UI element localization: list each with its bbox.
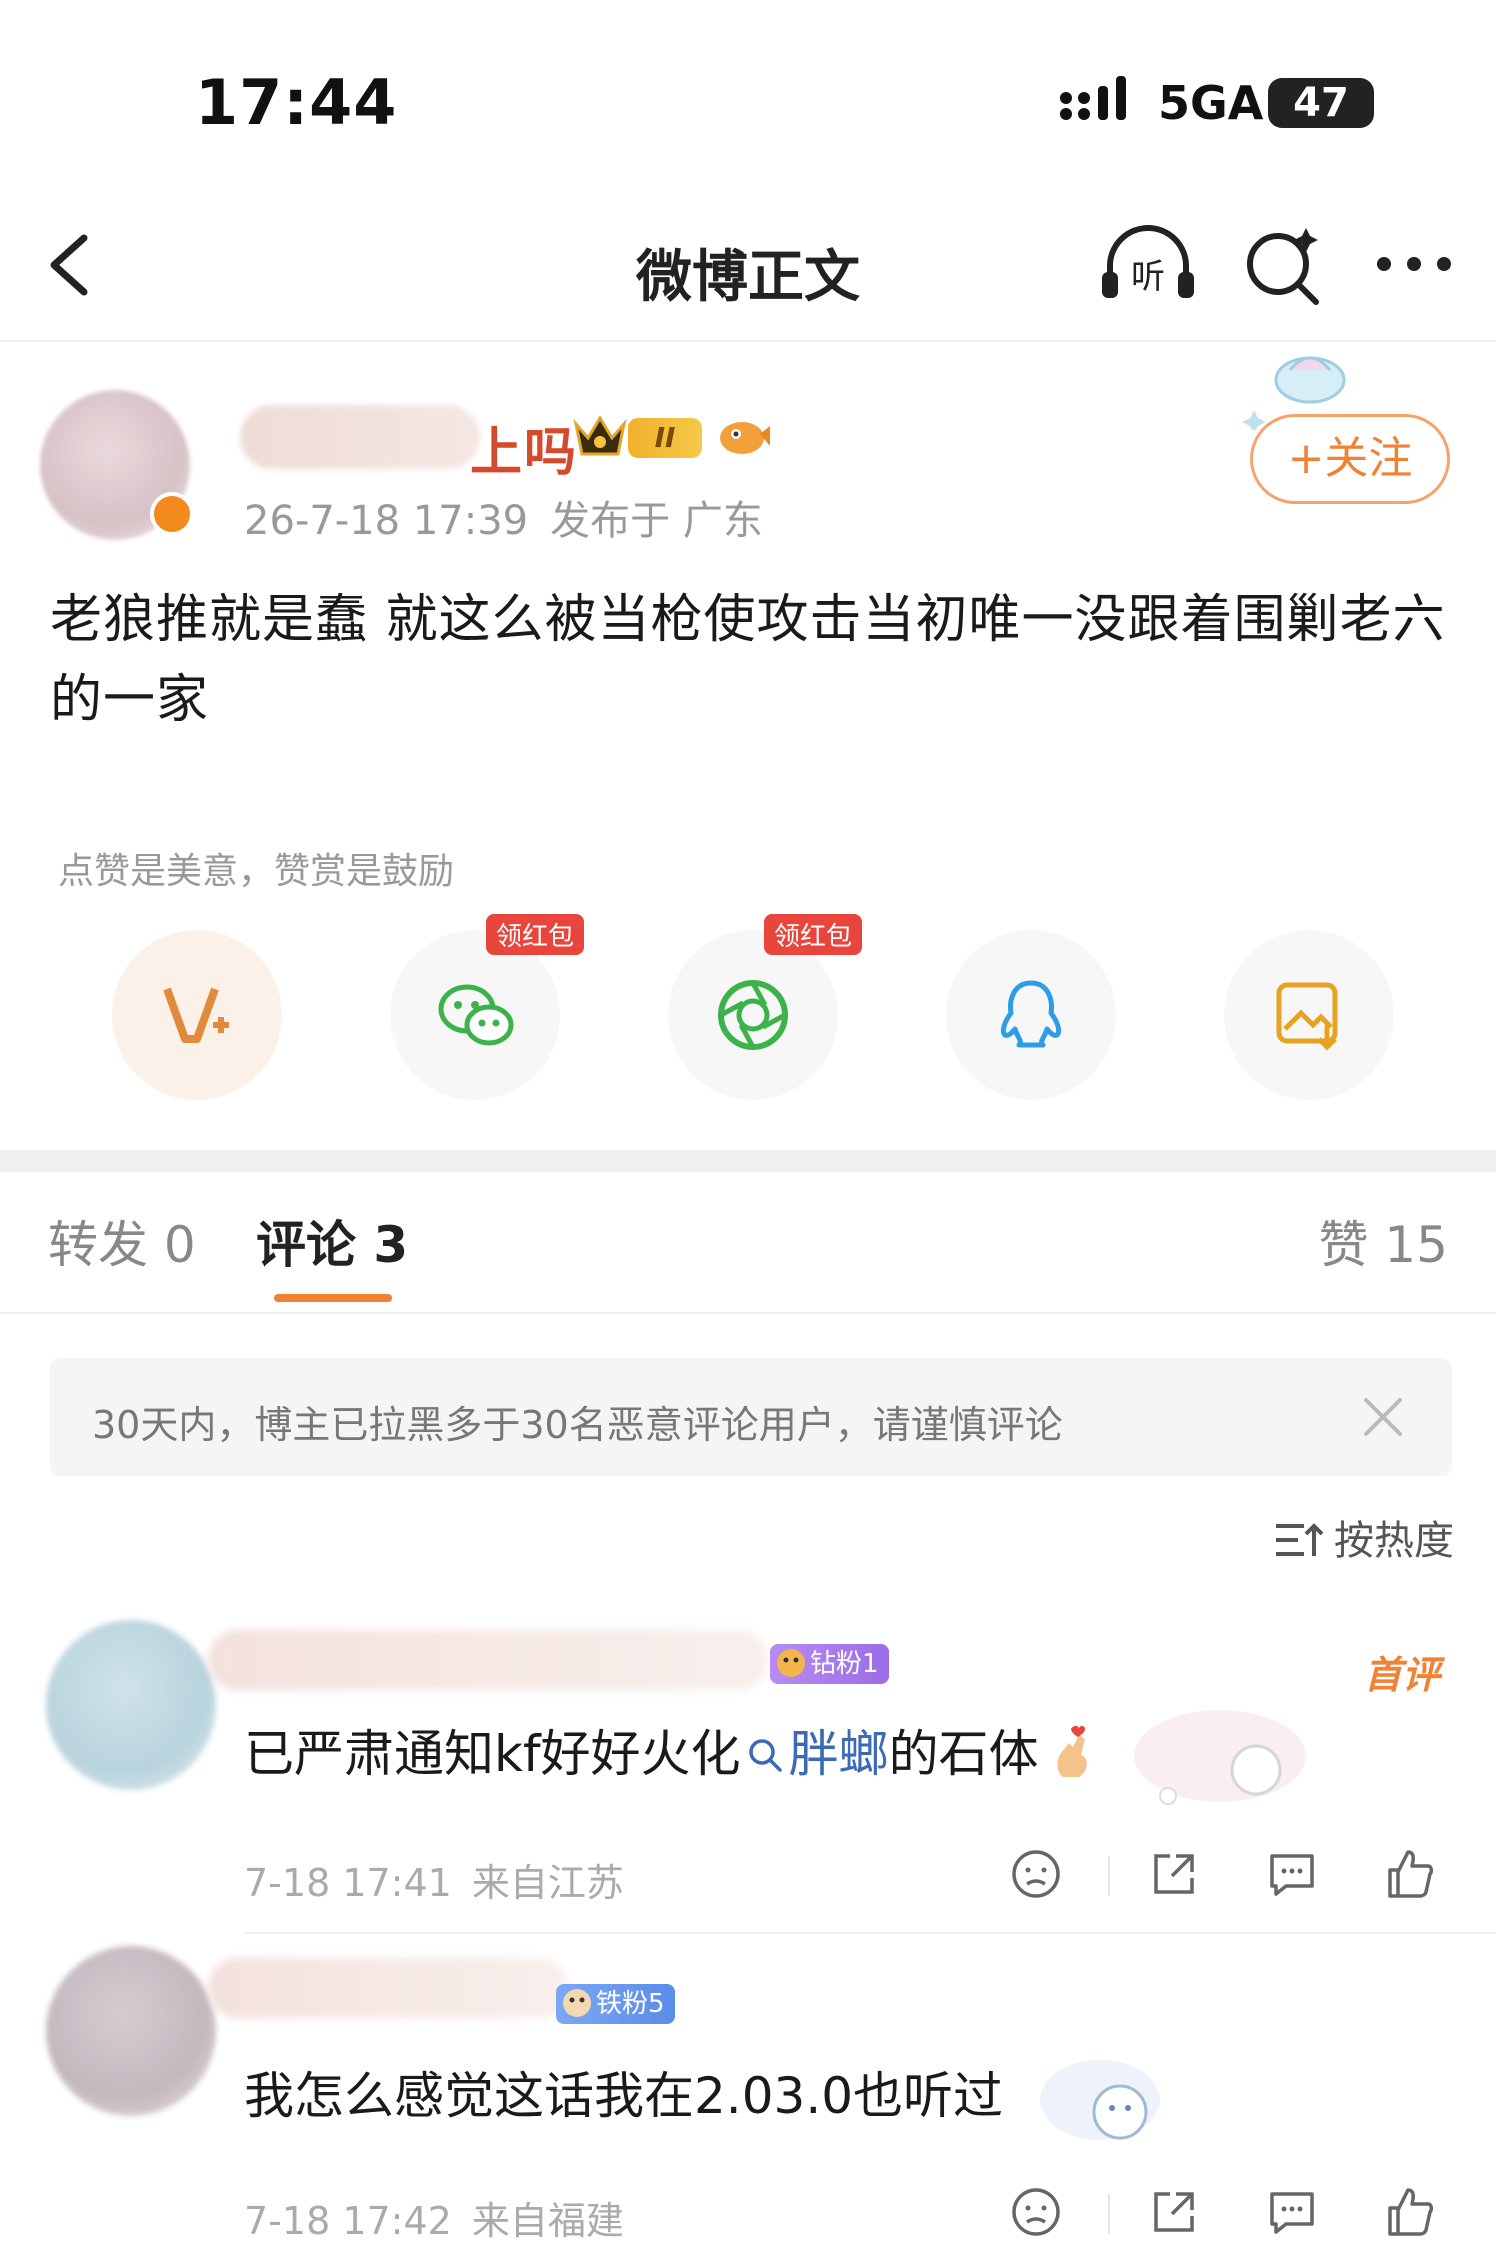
tab-divider [0, 1312, 1496, 1314]
commenter-name-blurred[interactable] [208, 1630, 768, 1690]
comment-timestamp: 7-18 17:42 [244, 2199, 452, 2243]
dislike-face-icon[interactable] [1008, 1846, 1064, 1902]
reply-icon[interactable] [1264, 2184, 1320, 2240]
vip-reward-button[interactable] [112, 930, 282, 1100]
share-moments-button[interactable]: 领红包 [668, 914, 863, 1100]
section-divider [0, 1150, 1496, 1172]
listen-label: 听 [1131, 257, 1165, 297]
wechat-icon [438, 984, 514, 1046]
comment-divider [244, 1932, 1496, 1934]
follow-button[interactable]: +关注 [1250, 414, 1450, 504]
reply-icon[interactable] [1264, 1846, 1320, 1902]
post-text: 老狼推就是蠢 就这么被当枪使攻击当初唯一没跟着围剿老六的一家 [50, 590, 1446, 730]
comment-location: 来自江苏 [471, 1861, 624, 1905]
reward-hint: 点赞是美意，赞赏是鼓励 [58, 851, 455, 892]
search-link[interactable]: 胖螂 [789, 1725, 889, 1783]
comment-bubble-decoration-icon [1040, 2060, 1160, 2140]
qq-icon [1000, 980, 1062, 1048]
post-timestamp: 26-7-18 17:39 [244, 498, 529, 544]
share-icon[interactable] [1146, 2184, 1202, 2240]
status-time: 17:44 [195, 66, 398, 139]
hongbao-badge: 领红包 [764, 914, 863, 955]
comment-actions [1008, 1846, 1468, 1906]
network-label: 5GA [1158, 76, 1264, 130]
author-name-blurred[interactable] [240, 405, 480, 469]
sort-label: 按热度 [1334, 1518, 1454, 1564]
vip-reward-icon [163, 987, 229, 1043]
more-icon[interactable] [1372, 244, 1456, 284]
finger-heart-emoji-icon [1057, 1726, 1087, 1777]
commenter-name-blurred[interactable] [208, 1958, 568, 2018]
fan-badge: 钻粉1 [770, 1644, 889, 1684]
share-row: 领红包 领红包 [0, 914, 1496, 1130]
headphone-icon: 听 [1102, 225, 1194, 298]
fan-badge-label: 钻粉1 [810, 1649, 879, 1679]
fan-badge-label: 铁粉5 [596, 1989, 665, 2019]
tab-like[interactable]: 赞 15 [1318, 1205, 1448, 1277]
like-icon[interactable] [1382, 2184, 1438, 2240]
author-name-tail[interactable]: 上吗 [470, 410, 578, 485]
close-icon[interactable] [1362, 1396, 1404, 1438]
comment-meta: 7-18 17:42 来自福建 [244, 2190, 624, 2245]
post-meta: 26-7-18 17:39 发布于 广东 [244, 488, 763, 546]
share-qq-button[interactable] [946, 930, 1116, 1100]
level-badge: II [628, 418, 702, 458]
sort-icon [1276, 1523, 1324, 1556]
action-divider [1108, 1856, 1110, 1896]
comment-actions [1008, 2184, 1468, 2244]
commenter-avatar[interactable] [46, 1620, 216, 1790]
listen-button[interactable]: 听 [1098, 222, 1198, 306]
tab-repost[interactable]: 转发 0 [48, 1205, 196, 1277]
save-image-button[interactable] [1224, 930, 1394, 1100]
dislike-face-icon[interactable] [1008, 2184, 1064, 2240]
save-image-icon [1276, 982, 1338, 1051]
action-divider [1108, 2194, 1110, 2234]
comment-text: 我怎么感觉这话我在2.03.0也听过 [244, 2067, 1004, 2125]
signal-icon [1060, 76, 1126, 120]
moments-icon [718, 980, 788, 1050]
search-icon[interactable] [1240, 222, 1324, 306]
tab-comment[interactable]: 评论 3 [256, 1205, 408, 1277]
commenter-avatar[interactable] [46, 1946, 216, 2116]
like-icon[interactable] [1382, 1846, 1438, 1902]
hongbao-badge: 领红包 [486, 914, 585, 955]
comment-text: 已严肃通知kf好好火化 胖螂的石体 [244, 1714, 1099, 1786]
notice-text: 30天内，博主已拉黑多于30名恶意评论用户，请谨慎评论 [92, 1403, 1063, 1447]
search-icon [748, 1739, 782, 1772]
comment-text-part: 已严肃通知kf好好火化 [244, 1725, 741, 1783]
verified-badge-icon [150, 492, 194, 536]
fan-badge: 铁粉5 [556, 1984, 675, 2024]
first-comment-tag: 首评 [1363, 1653, 1440, 1697]
fan-emoji-icon [777, 1649, 805, 1677]
crown-icon [573, 415, 627, 456]
comment-text-part: 的石体 [888, 1725, 1039, 1783]
active-tab-indicator [274, 1294, 392, 1302]
post-location: 发布于 广东 [550, 498, 763, 544]
fish-emoji-icon [720, 422, 770, 454]
battery-indicator: 47 [1268, 78, 1374, 128]
comment-bubble-decoration-icon [1134, 1710, 1306, 1805]
sort-button[interactable]: 按热度 [1274, 1508, 1454, 1566]
share-wechat-button[interactable]: 领红包 [390, 914, 585, 1100]
comment-meta: 7-18 17:41 来自江苏 [244, 1852, 624, 1907]
comment-notice: 30天内，博主已拉黑多于30名恶意评论用户，请谨慎评论 [50, 1358, 1452, 1476]
comment-timestamp: 7-18 17:41 [244, 1861, 452, 1905]
share-icon[interactable] [1146, 1846, 1202, 1902]
fan-emoji-icon [563, 1989, 591, 2017]
comment-location: 来自福建 [471, 2199, 624, 2243]
